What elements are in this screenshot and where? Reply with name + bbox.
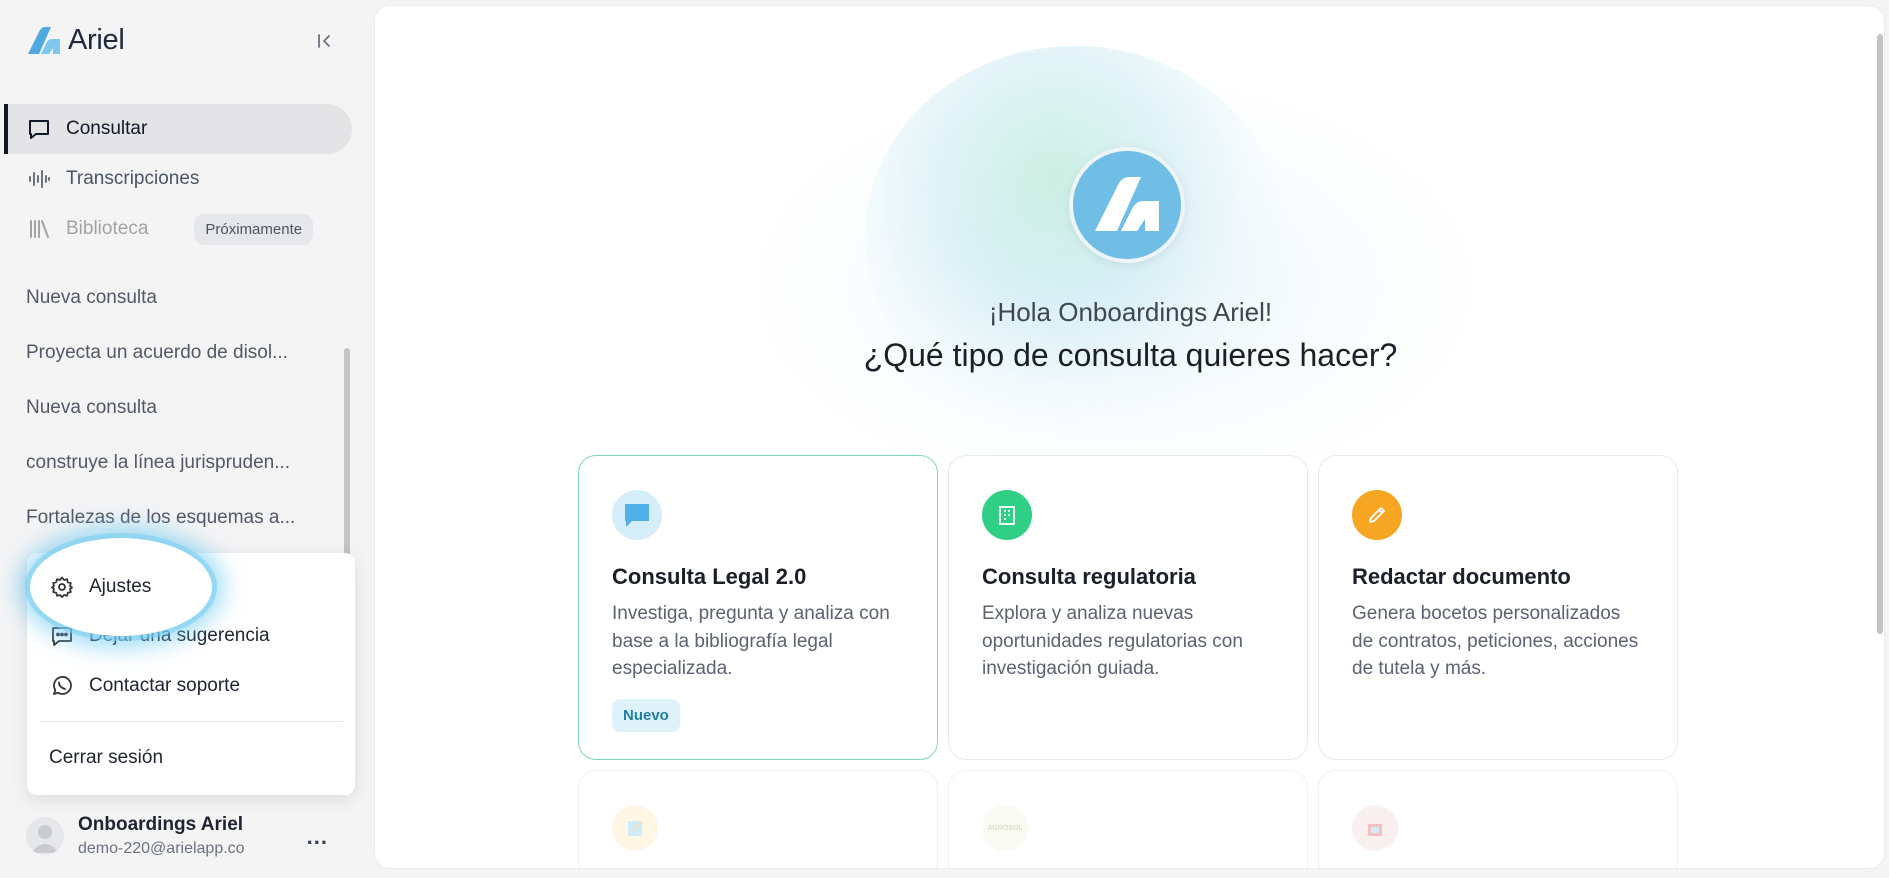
card-title: Consulta regulatoria [982, 564, 1196, 589]
app-logo[interactable]: Ariel [26, 24, 125, 57]
card-consulta-regulatoria[interactable]: Consulta regulatoria Explora y analiza n… [948, 455, 1308, 760]
main-nav: Consultar Transcripciones Biblioteca Pró… [4, 104, 352, 254]
ariel-logo-icon [26, 26, 62, 56]
library-icon [26, 216, 52, 242]
notepad-icon [612, 805, 658, 851]
nav-item-consultar[interactable]: Consultar [4, 104, 352, 154]
chat-bubble-icon [26, 116, 52, 142]
history-item[interactable]: Proyecta un acuerdo de disol... [26, 325, 326, 380]
card-partial[interactable]: AGROSOL [948, 770, 1308, 868]
history-item[interactable]: Nueva consulta [26, 380, 326, 435]
card-description: Investiga, pregunta y analiza con base a… [612, 603, 890, 679]
card-description: Genera bocetos personalizados de contrat… [1352, 603, 1639, 679]
support-label: Contactar soporte [89, 675, 241, 696]
agrosol-logo-icon: AGROSOL [982, 805, 1028, 851]
building-icon [982, 490, 1032, 540]
gear-icon [49, 574, 75, 600]
card-consulta-legal[interactable]: Consulta Legal 2.0 Investiga, pregunta y… [578, 455, 938, 760]
logout-label: Cerrar sesión [49, 747, 164, 768]
collapse-sidebar-icon[interactable] [314, 30, 336, 52]
card-description: Explora y analiza nuevas oportunidades r… [982, 603, 1243, 679]
card-redactar-documento[interactable]: Redactar documento Genera bocetos person… [1318, 455, 1678, 760]
conversation-history: Nueva consulta Proyecta un acuerdo de di… [26, 270, 326, 545]
chat-bubble-icon [612, 490, 662, 540]
user-info: Onboardings Ariel demo-220@arielapp.co [78, 814, 245, 858]
app-name: Ariel [68, 24, 125, 56]
support-menu-item[interactable]: Contactar soporte [49, 671, 240, 701]
main-panel: ¡Hola Onboardings Ariel! ¿Qué tipo de co… [374, 5, 1885, 869]
user-email: demo-220@arielapp.co [78, 840, 245, 857]
card-title: Redactar documento [1352, 564, 1571, 589]
user-profile[interactable]: Onboardings Ariel demo-220@arielapp.co .… [26, 808, 346, 864]
nav-item-label: Biblioteca [66, 218, 149, 239]
coming-soon-badge: Próximamente [194, 213, 314, 245]
pencil-icon [1352, 490, 1402, 540]
nav-item-biblioteca: Biblioteca Próximamente [4, 204, 352, 254]
avatar [26, 817, 64, 855]
agrosol-logo-text: AGROSOL [987, 824, 1023, 832]
settings-label: Ajustes [89, 576, 152, 597]
settings-menu-item[interactable]: Ajustes [49, 572, 151, 602]
greeting: ¡Hola Onboardings Ariel! [988, 297, 1273, 327]
waveform-icon [26, 166, 52, 192]
history-item[interactable]: Fortalezas de los esquemas a... [26, 490, 326, 545]
more-options-button[interactable]: ... [307, 824, 328, 850]
nav-item-label: Consultar [66, 118, 148, 139]
menu-divider [39, 721, 343, 722]
card-title: Consulta Legal 2.0 [612, 564, 807, 589]
logout-menu-item[interactable]: Cerrar sesión [49, 743, 163, 773]
new-badge: Nuevo [612, 698, 680, 732]
card-partial[interactable] [1318, 770, 1678, 868]
sidebar: Ariel Consultar Transcripciones Bibliote… [0, 0, 370, 878]
main-scrollbar-thumb[interactable] [1877, 34, 1883, 634]
sidebar-scrollbar[interactable] [344, 348, 350, 558]
page-title: ¿Qué tipo de consulta quieres hacer? [863, 337, 1398, 373]
store-icon [1352, 805, 1398, 851]
nav-item-transcripciones[interactable]: Transcripciones [4, 154, 352, 204]
ariel-hero-logo-icon [1069, 147, 1185, 263]
history-item[interactable]: construye la línea jurispruden... [26, 435, 326, 490]
whatsapp-icon [49, 673, 75, 699]
main-scrollbar[interactable] [1874, 6, 1884, 868]
history-item[interactable]: Nueva consulta [26, 270, 326, 325]
user-name: Onboardings Ariel [78, 814, 244, 835]
card-partial[interactable] [578, 770, 938, 868]
nav-item-label: Transcripciones [66, 168, 200, 189]
